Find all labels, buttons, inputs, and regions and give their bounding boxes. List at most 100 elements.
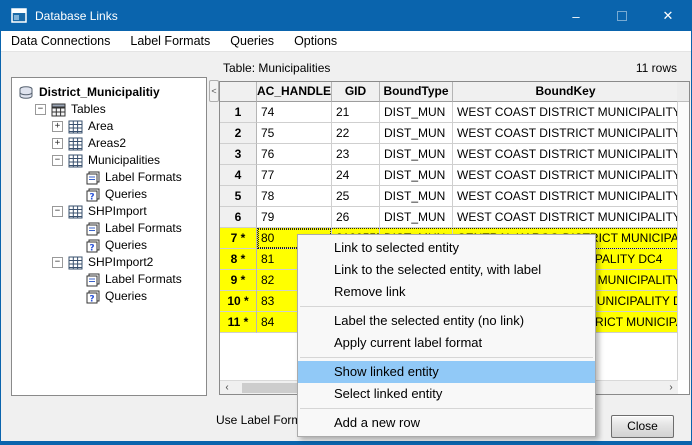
column-header-boundkey[interactable]: BoundKey [453, 82, 678, 102]
row-number-cell[interactable]: 3 [220, 144, 257, 165]
collapse-left-icon: < [211, 86, 216, 96]
tree-item-label-formats[interactable]: Label Formats [12, 169, 206, 186]
table-row[interactable]: 67926DIST_MUNWEST COAST DISTRICT MUNICIP… [220, 207, 689, 228]
table-cell[interactable]: WEST COAST DISTRICT MUNICIPALITY DC1 [453, 102, 678, 123]
tree-item-queries[interactable]: ? Queries [12, 288, 206, 305]
tree-item-label: Queries [105, 288, 147, 305]
vertical-scrollbar[interactable] [677, 82, 689, 380]
vertical-scrollbar-cap [677, 82, 689, 102]
close-icon: ✕ [663, 8, 674, 24]
column-header-ac_handle[interactable]: AC_HANDLE [257, 82, 332, 102]
collapse-node-icon[interactable]: − [52, 206, 63, 217]
row-count-label: 11 rows [636, 61, 677, 75]
table-row[interactable]: 27522DIST_MUNWEST COAST DISTRICT MUNICIP… [220, 123, 689, 144]
context-menu-item-label-the-selected-entity-no-link-[interactable]: Label the selected entity (no link) [298, 310, 595, 332]
table-cell[interactable]: DIST_MUN [380, 207, 453, 228]
table-cell[interactable]: 76 [257, 144, 332, 165]
tree-item-tables[interactable]: − Tables [12, 101, 206, 118]
collapse-node-icon[interactable]: − [35, 104, 46, 115]
minimize-button[interactable]: – [553, 1, 599, 31]
table-row[interactable]: 47724DIST_MUNWEST COAST DISTRICT MUNICIP… [220, 165, 689, 186]
column-header-gid[interactable]: GID [332, 82, 380, 102]
table-cell[interactable]: 22 [332, 123, 380, 144]
table-cell[interactable]: 77 [257, 165, 332, 186]
table-cell[interactable]: 75 [257, 123, 332, 144]
table-cell[interactable]: 23 [332, 144, 380, 165]
row-number-cell[interactable]: 7 * [220, 228, 257, 249]
tree-collapse-button[interactable]: < [209, 80, 219, 102]
tree-item-shpimport2[interactable]: − SHPImport2 [12, 254, 206, 271]
table-row[interactable]: 37623DIST_MUNWEST COAST DISTRICT MUNICIP… [220, 144, 689, 165]
column-header-boundtype[interactable]: BoundType [380, 82, 453, 102]
svg-text:?: ? [89, 192, 94, 202]
tree-item-shpimport[interactable]: − SHPImport [12, 203, 206, 220]
table-cell[interactable]: DIST_MUN [380, 165, 453, 186]
table-cell[interactable]: WEST COAST DISTRICT MUNICIPALITY DC1 [453, 207, 678, 228]
table-cell[interactable]: 26 [332, 207, 380, 228]
tree-item-queries[interactable]: ? Queries [12, 186, 206, 203]
maximize-button[interactable] [599, 1, 645, 31]
scroll-right-icon[interactable]: › [664, 381, 678, 395]
context-menu-item-link-to-the-selected-entity-with-label[interactable]: Link to the selected entity, with label [298, 259, 595, 281]
table-row[interactable]: 57825DIST_MUNWEST COAST DISTRICT MUNICIP… [220, 186, 689, 207]
row-number-cell[interactable]: 2 [220, 123, 257, 144]
tree-item-label-formats[interactable]: Label Formats [12, 271, 206, 288]
table-cell[interactable]: WEST COAST DISTRICT MUNICIPALITY DC1 [453, 123, 678, 144]
table-cell[interactable]: DIST_MUN [380, 186, 453, 207]
table-cell[interactable]: WEST COAST DISTRICT MUNICIPALITY DC1 [453, 144, 678, 165]
close-button[interactable]: Close [611, 415, 674, 438]
menubar-item-label-formats[interactable]: Label Formats [120, 31, 220, 52]
collapse-node-icon[interactable]: − [52, 257, 63, 268]
close-window-button[interactable]: ✕ [645, 1, 691, 31]
tree-item-label-formats[interactable]: Label Formats [12, 220, 206, 237]
row-number-cell[interactable]: 9 * [220, 270, 257, 291]
row-number-cell[interactable]: 1 [220, 102, 257, 123]
context-menu-separator [300, 408, 593, 409]
tree-item-areas2[interactable]: + Areas2 [12, 135, 206, 152]
table-cell[interactable]: DIST_MUN [380, 144, 453, 165]
table-cell[interactable]: WEST COAST DISTRICT MUNICIPALITY DC1 [453, 186, 678, 207]
context-menu-item-apply-current-label-format[interactable]: Apply current label format [298, 332, 595, 354]
database-links-dialog: Database Links – ✕ Data ConnectionsLabel… [0, 0, 692, 445]
row-number-cell[interactable]: 11 * [220, 312, 257, 333]
tree-item-municipalities[interactable]: − Municipalities [12, 152, 206, 169]
context-menu-item-add-a-new-row[interactable]: Add a new row [298, 412, 595, 434]
table-cell[interactable]: 79 [257, 207, 332, 228]
row-number-cell[interactable]: 8 * [220, 249, 257, 270]
tree-item-queries[interactable]: ? Queries [12, 237, 206, 254]
menubar-item-queries[interactable]: Queries [220, 31, 284, 52]
menubar-item-options[interactable]: Options [284, 31, 347, 52]
context-menu-item-select-linked-entity[interactable]: Select linked entity [298, 383, 595, 405]
table-cell[interactable]: 74 [257, 102, 332, 123]
table-row[interactable]: 17421DIST_MUNWEST COAST DISTRICT MUNICIP… [220, 102, 689, 123]
table-cell[interactable]: DIST_MUN [380, 123, 453, 144]
menubar-item-data-connections[interactable]: Data Connections [1, 31, 120, 52]
tree-item-label: Label Formats [105, 220, 182, 237]
table-cell[interactable]: DIST_MUN [380, 102, 453, 123]
tree-item-area[interactable]: + Area [12, 118, 206, 135]
row-number-cell[interactable]: 10 * [220, 291, 257, 312]
tree-item-label: SHPImport2 [88, 254, 153, 271]
tree-item-district_municipalitiy[interactable]: District_Municipalitiy [12, 84, 206, 101]
queries-icon: ? [84, 188, 101, 202]
scroll-left-icon[interactable]: ‹ [220, 381, 234, 395]
expand-node-icon[interactable]: + [52, 121, 63, 132]
menu-bar: Data ConnectionsLabel FormatsQueriesOpti… [1, 31, 691, 52]
context-menu-item-link-to-selected-entity[interactable]: Link to selected entity [298, 237, 595, 259]
table-cell[interactable]: 21 [332, 102, 380, 123]
row-number-cell[interactable]: 6 [220, 207, 257, 228]
collapse-node-icon[interactable]: − [52, 155, 63, 166]
table-cell[interactable]: 25 [332, 186, 380, 207]
tree-item-label: Area [88, 118, 113, 135]
row-number-cell[interactable]: 5 [220, 186, 257, 207]
expand-node-icon[interactable]: + [52, 138, 63, 149]
table-cell[interactable]: 24 [332, 165, 380, 186]
table-cell[interactable]: WEST COAST DISTRICT MUNICIPALITY DC1 [453, 165, 678, 186]
tree-item-label: Queries [105, 186, 147, 203]
table-cell[interactable]: 78 [257, 186, 332, 207]
row-number-cell[interactable]: 4 [220, 165, 257, 186]
database-icon [18, 86, 35, 100]
context-menu-item-remove-link[interactable]: Remove link [298, 281, 595, 303]
table-icon [67, 137, 84, 151]
context-menu-item-show-linked-entity[interactable]: Show linked entity [298, 361, 595, 383]
